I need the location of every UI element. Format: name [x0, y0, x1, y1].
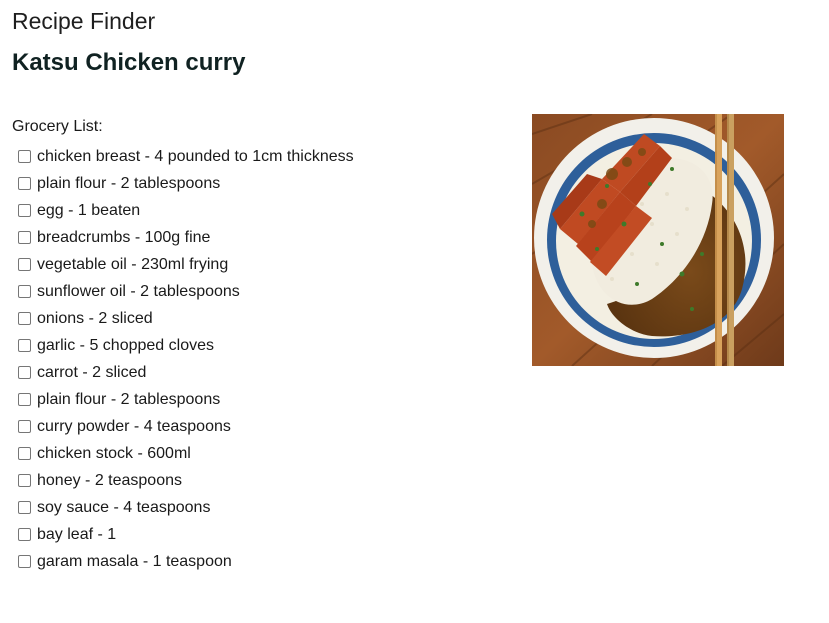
- grocery-item[interactable]: bay leaf - 1: [18, 521, 354, 548]
- grocery-item[interactable]: chicken stock - 600ml: [18, 440, 354, 467]
- grocery-item-checkbox[interactable]: [18, 177, 31, 190]
- grocery-item-checkbox[interactable]: [18, 231, 31, 244]
- grocery-item-checkbox[interactable]: [18, 258, 31, 271]
- grocery-item-label: curry powder - 4 teaspoons: [37, 417, 231, 435]
- grocery-item-checkbox[interactable]: [18, 501, 31, 514]
- grocery-item[interactable]: plain flour - 2 tablespoons: [18, 170, 354, 197]
- grocery-item-checkbox[interactable]: [18, 204, 31, 217]
- recipe-image: [532, 114, 784, 366]
- grocery-item[interactable]: carrot - 2 sliced: [18, 359, 354, 386]
- grocery-item[interactable]: garam masala - 1 teaspoon: [18, 548, 354, 575]
- grocery-item[interactable]: breadcrumbs - 100g fine: [18, 224, 354, 251]
- grocery-item-label: soy sauce - 4 teaspoons: [37, 498, 211, 516]
- grocery-item[interactable]: honey - 2 teaspoons: [18, 467, 354, 494]
- grocery-item-label: plain flour - 2 tablespoons: [37, 174, 221, 192]
- grocery-item[interactable]: soy sauce - 4 teaspoons: [18, 494, 354, 521]
- grocery-item-label: bay leaf - 1: [37, 525, 117, 543]
- grocery-item-checkbox[interactable]: [18, 447, 31, 460]
- grocery-item-label: garam masala - 1 teaspoon: [37, 552, 232, 570]
- grocery-item-checkbox[interactable]: [18, 474, 31, 487]
- grocery-item-label: chicken breast - 4 pounded to 1cm thickn…: [37, 147, 354, 165]
- grocery-item-checkbox[interactable]: [18, 339, 31, 352]
- app-title: Recipe Finder: [12, 8, 156, 34]
- grocery-item-label: chicken stock - 600ml: [37, 444, 191, 462]
- grocery-list-heading: Grocery List:: [12, 118, 103, 135]
- grocery-item-checkbox[interactable]: [18, 285, 31, 298]
- grocery-item-checkbox[interactable]: [18, 528, 31, 541]
- grocery-item-label: vegetable oil - 230ml frying: [37, 255, 229, 273]
- grocery-item[interactable]: egg - 1 beaten: [18, 197, 354, 224]
- grocery-item-checkbox[interactable]: [18, 312, 31, 325]
- grocery-item[interactable]: chicken breast - 4 pounded to 1cm thickn…: [18, 143, 354, 170]
- grocery-item-label: plain flour - 2 tablespoons: [37, 390, 221, 408]
- grocery-item-label: egg - 1 beaten: [37, 201, 141, 219]
- grocery-item-checkbox[interactable]: [18, 150, 31, 163]
- grocery-item-label: breadcrumbs - 100g fine: [37, 228, 211, 246]
- recipe-title: Katsu Chicken curry: [12, 49, 246, 76]
- grocery-item[interactable]: plain flour - 2 tablespoons: [18, 386, 354, 413]
- grocery-list: chicken breast - 4 pounded to 1cm thickn…: [18, 143, 354, 575]
- grocery-item[interactable]: onions - 2 sliced: [18, 305, 354, 332]
- grocery-item-label: sunflower oil - 2 tablespoons: [37, 282, 240, 300]
- grocery-item-label: onions - 2 sliced: [37, 309, 153, 327]
- grocery-item-label: carrot - 2 sliced: [37, 363, 147, 381]
- grocery-item[interactable]: garlic - 5 chopped cloves: [18, 332, 354, 359]
- grocery-item-checkbox[interactable]: [18, 555, 31, 568]
- grocery-item-label: garlic - 5 chopped cloves: [37, 336, 214, 354]
- grocery-item-checkbox[interactable]: [18, 420, 31, 433]
- grocery-item[interactable]: sunflower oil - 2 tablespoons: [18, 278, 354, 305]
- grocery-item[interactable]: vegetable oil - 230ml frying: [18, 251, 354, 278]
- grocery-item-label: honey - 2 teaspoons: [37, 471, 182, 489]
- grocery-item-checkbox[interactable]: [18, 393, 31, 406]
- grocery-item[interactable]: curry powder - 4 teaspoons: [18, 413, 354, 440]
- grocery-item-checkbox[interactable]: [18, 366, 31, 379]
